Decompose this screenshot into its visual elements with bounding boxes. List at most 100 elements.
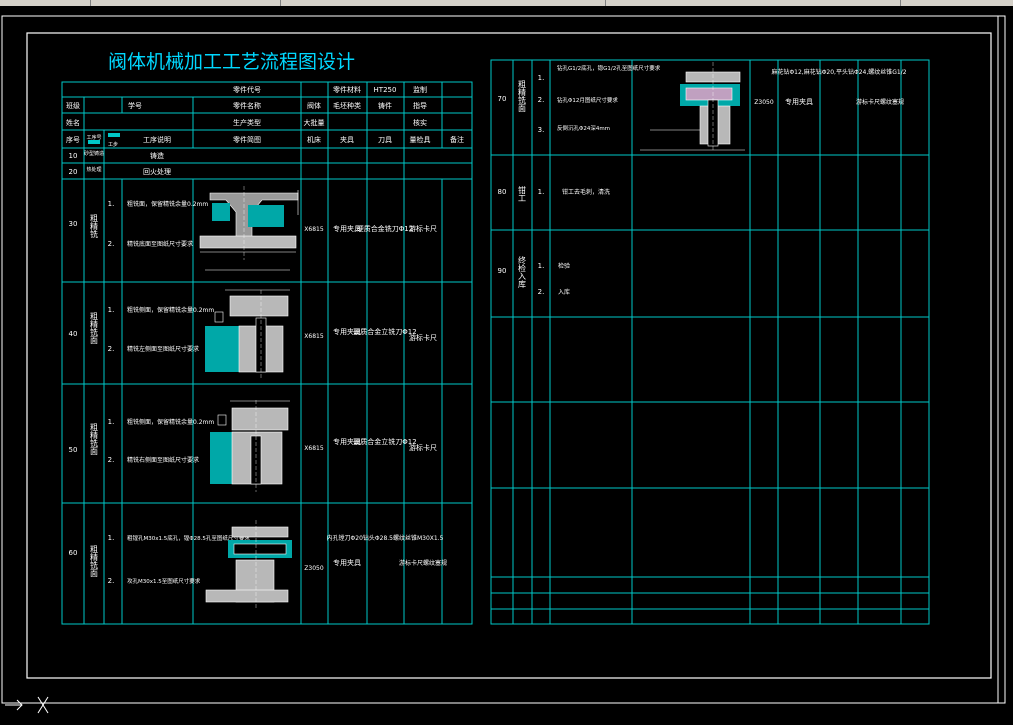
svg-text:铸件: 铸件 (378, 101, 392, 110)
op-number: 40 (69, 330, 78, 338)
svg-text:学号: 学号 (128, 101, 142, 110)
svg-text:1.: 1. (538, 74, 545, 82)
svg-text:硬质合金立铣刀Φ12: 硬质合金立铣刀Φ12 (353, 437, 416, 446)
svg-text:1.: 1. (538, 188, 545, 196)
svg-text:铸造: 铸造 (150, 151, 164, 160)
svg-text:1.: 1. (108, 534, 115, 542)
svg-text:2.: 2. (108, 345, 115, 353)
svg-text:2.: 2. (538, 96, 545, 104)
svg-text:工序说明: 工序说明 (143, 135, 171, 144)
svg-text:1.: 1. (108, 306, 115, 314)
header-marker (88, 140, 100, 144)
op-number: 80 (498, 188, 507, 196)
svg-text:粗铣侧面，保留精铣余量0.2mm: 粗铣侧面，保留精铣余量0.2mm (127, 306, 214, 314)
operation-row-80[interactable]: 80 钳工 1. 钳工去毛刺，清洗 (498, 185, 610, 202)
svg-text:游标卡尺: 游标卡尺 (409, 443, 437, 452)
svg-text:班级: 班级 (66, 101, 80, 110)
svg-text:1.: 1. (108, 200, 115, 208)
svg-text:备注: 备注 (450, 135, 464, 144)
svg-text:精铣底面至图纸尺寸要求: 精铣底面至图纸尺寸要求 (127, 240, 193, 248)
svg-text:1.: 1. (108, 418, 115, 426)
svg-text:粗铣侧面，保留精铣余量0.2mm: 粗铣侧面，保留精铣余量0.2mm (127, 418, 214, 426)
svg-text:硬质合金铣刀Φ12: 硬质合金铣刀Φ12 (357, 224, 413, 233)
svg-text:热处理: 热处理 (86, 166, 101, 173)
part-sketch-40 (205, 289, 290, 380)
svg-text:粗精铣面: 粗精铣面 (90, 422, 99, 456)
svg-text:粗精铣面: 粗精铣面 (518, 79, 527, 113)
svg-text:X6815: X6815 (304, 445, 324, 452)
op-number: 60 (69, 549, 78, 557)
svg-text:终检入库: 终检入库 (518, 255, 527, 289)
svg-text:2.: 2. (108, 456, 115, 464)
ucs-icon (5, 696, 49, 714)
svg-text:零件简图: 零件简图 (233, 135, 261, 144)
svg-text:X6815: X6815 (304, 226, 324, 233)
material-value: HT250 (374, 86, 397, 94)
svg-text:监制: 监制 (413, 85, 427, 94)
op-number: 90 (498, 267, 507, 275)
drawing-svg[interactable]: 阀体机械加工工艺流程图设计 零件代号 零件材料 HT250 监制 班级 学号 零… (0, 6, 1013, 721)
svg-text:2.: 2. (108, 240, 115, 248)
svg-text:反倒沉孔Φ24深4mm: 反倒沉孔Φ24深4mm (557, 124, 610, 132)
svg-text:钻孔G1/2底孔，锪G1/2孔至图纸尺寸要求: 钻孔G1/2底孔，锪G1/2孔至图纸尺寸要求 (557, 64, 661, 72)
part-sketch-60 (205, 520, 292, 610)
op-number: 70 (498, 95, 507, 103)
svg-text:游标卡尺: 游标卡尺 (409, 224, 437, 233)
svg-text:硬质合金立铣刀Φ12: 硬质合金立铣刀Φ12 (353, 327, 416, 336)
svg-text:精铣右侧面至图纸尺寸要求: 精铣右侧面至图纸尺寸要求 (127, 456, 199, 464)
part-name-label: 零件名称 (233, 101, 261, 110)
right-edge-strip (997, 15, 1006, 704)
svg-text:游标卡尺螺纹塞规: 游标卡尺螺纹塞规 (856, 98, 904, 106)
svg-text:夹具: 夹具 (340, 135, 354, 144)
svg-text:粗精铣面: 粗精铣面 (90, 311, 99, 345)
operation-row-90[interactable]: 90 终检入库 1. 检验 2. 入库 (498, 255, 570, 296)
part-sketch-50 (210, 400, 290, 492)
production-type-value: 大批量 (304, 118, 325, 127)
svg-text:检验: 检验 (558, 262, 570, 270)
svg-text:攻孔M30x1.5至图纸尺寸要求: 攻孔M30x1.5至图纸尺寸要求 (127, 577, 201, 585)
svg-text:Z3050: Z3050 (754, 99, 774, 106)
svg-text:回火处理: 回火处理 (143, 167, 171, 176)
svg-text:阀体: 阀体 (307, 101, 321, 110)
svg-text:量检具: 量检具 (410, 135, 431, 144)
part-code-label: 零件代号 (233, 85, 261, 94)
svg-text:姓名: 姓名 (66, 118, 80, 127)
svg-text:2.: 2. (538, 288, 545, 296)
svg-text:工步: 工步 (108, 142, 118, 148)
part-sketch-70 (640, 62, 745, 152)
op-number: 10 (69, 152, 78, 160)
svg-text:游标卡尺螺纹塞规: 游标卡尺螺纹塞规 (399, 559, 447, 567)
svg-text:刀具: 刀具 (378, 136, 392, 144)
material-label: 零件材料 (333, 85, 361, 94)
svg-text:Z3050: Z3050 (304, 565, 324, 572)
svg-text:机床: 机床 (307, 135, 321, 144)
op-number: 50 (69, 446, 78, 454)
op-number: 20 (69, 168, 78, 176)
svg-text:钻孔Φ12月图纸尺寸要求: 钻孔Φ12月图纸尺寸要求 (557, 96, 618, 104)
svg-text:粗精铣: 粗精铣 (90, 213, 99, 239)
op-number: 30 (69, 220, 78, 228)
svg-text:3.: 3. (538, 126, 545, 134)
svg-text:专用夹具: 专用夹具 (785, 97, 813, 106)
production-type-label: 生产类型 (233, 118, 261, 127)
part-sketch-30 (199, 186, 299, 271)
svg-text:钳工去毛刺，清洗: 钳工去毛刺，清洗 (562, 188, 610, 196)
svg-text:精铣左侧面至图纸尺寸要求: 精铣左侧面至图纸尺寸要求 (127, 345, 199, 353)
svg-text:内孔镗刀Φ20钻头Φ28.5螺纹丝锥M30X1.5: 内孔镗刀Φ20钻头Φ28.5螺纹丝锥M30X1.5 (327, 534, 444, 542)
svg-text:X6815: X6815 (304, 333, 324, 340)
svg-text:工序号: 工序号 (86, 134, 101, 141)
svg-text:入库: 入库 (558, 288, 570, 296)
svg-text:毛坯种类: 毛坯种类 (333, 101, 361, 110)
svg-text:核实: 核实 (413, 118, 427, 127)
drawing-title: 阀体机械加工工艺流程图设计 (108, 51, 355, 73)
svg-text:序号: 序号 (66, 135, 80, 144)
header-marker (108, 133, 120, 137)
svg-text:2.: 2. (108, 577, 115, 585)
svg-text:指导: 指导 (413, 101, 427, 110)
svg-text:1.: 1. (538, 262, 545, 270)
cad-drawing-canvas[interactable]: 阀体机械加工工艺流程图设计 零件代号 零件材料 HT250 监制 班级 学号 零… (0, 6, 1013, 721)
svg-text:专用夹具: 专用夹具 (333, 558, 361, 567)
svg-text:游标卡尺: 游标卡尺 (409, 333, 437, 342)
svg-text:粗精铣面: 粗精铣面 (90, 544, 99, 578)
svg-text:麻花钻Φ12,麻花钻Φ20,平头钻Φ24,螺纹丝锥G1/2: 麻花钻Φ12,麻花钻Φ20,平头钻Φ24,螺纹丝锥G1/2 (771, 68, 906, 76)
